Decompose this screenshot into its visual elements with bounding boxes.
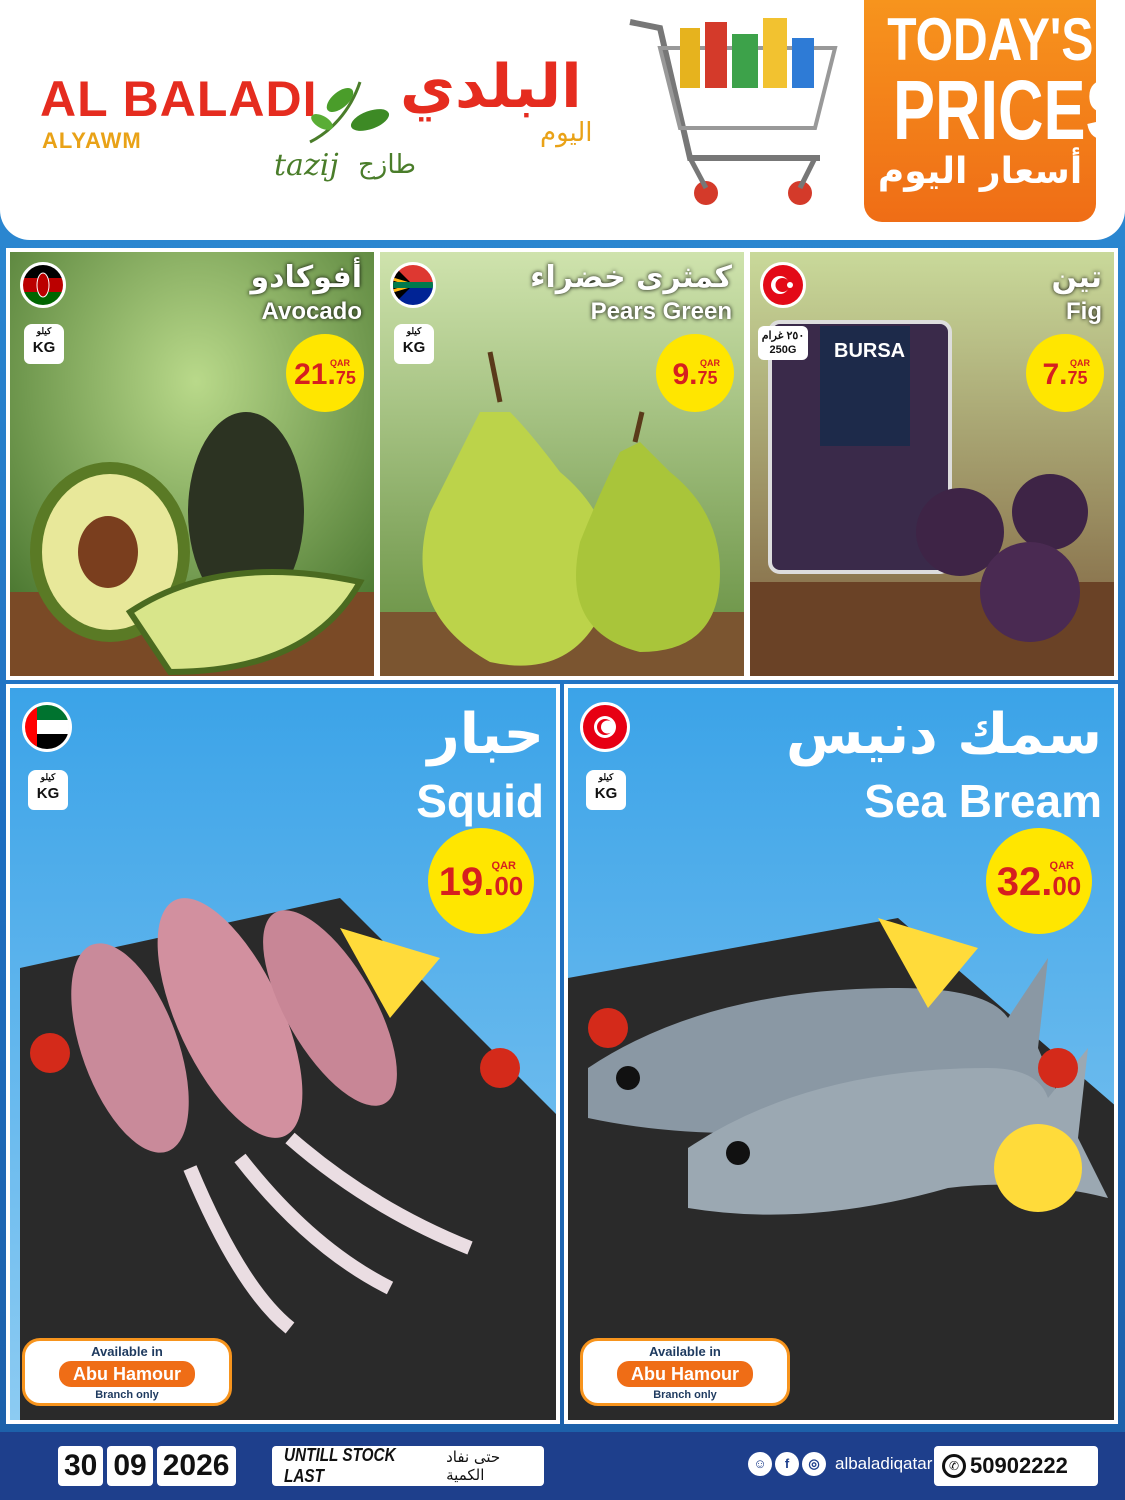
todays-prices-badge: TODAY'S PRICES أسعار اليوم: [864, 0, 1125, 222]
product-card-avocado[interactable]: كيلو KG أفوكادو Avocado QAR 21.75: [6, 248, 378, 680]
header: AL BALADI ALYAWM البلدي اليوم tazij طازج…: [0, 0, 1125, 240]
fig-image: [750, 252, 1114, 676]
product-card-sea-bream[interactable]: كيلو KG سمك دنيس Sea Bream QAR 32.00 Avail…: [564, 684, 1118, 1424]
product-name-ar: سمك دنيس: [785, 702, 1102, 767]
kenya-flag-icon: [20, 262, 66, 308]
price-badge: QAR 9.75: [656, 334, 734, 412]
price-badge: QAR 21.75: [286, 334, 364, 412]
offer-date: 30 09 2026: [58, 1446, 236, 1486]
footer: 30 09 2026 UNTILL STOCK LAST حتى نفاد ال…: [0, 1432, 1125, 1500]
unit-badge: كيلو KG: [394, 324, 434, 364]
product-name-en: Pears Green: [590, 298, 732, 325]
price-badge: QAR 19.00: [428, 828, 534, 934]
product-card-pears-green[interactable]: كيلو KG كمثرى خضراء Pears Green QAR 9.75: [376, 248, 748, 680]
unit-badge: كيلو KG: [586, 770, 626, 810]
promo-line-1: TODAY'S: [887, 6, 1094, 73]
turkey-flag-icon: [760, 262, 806, 308]
whatsapp-contact[interactable]: ✆ 50902222: [934, 1446, 1098, 1486]
branch-availability-badge: Available in Abu Hamour Branch only: [22, 1338, 232, 1406]
promo-line-2: PRICES: [893, 63, 1125, 157]
weight-badge: ٢٥٠ غرام 250G: [758, 326, 808, 360]
social-links[interactable]: ☺ f ◎ albaladiqatar: [748, 1452, 932, 1476]
uae-flag-icon: [22, 702, 72, 752]
brand-name-ar: البلدي: [400, 52, 582, 122]
unit-badge: كيلو KG: [28, 770, 68, 810]
stock-text-ar: حتى نفاد الكمية: [446, 1448, 501, 1484]
product-name-ar: تين: [1051, 260, 1102, 295]
brand-name-en: AL BALADI: [40, 71, 318, 127]
product-name-ar: حبار: [427, 702, 544, 767]
stock-text-en: UNTILL STOCK LAST: [284, 1445, 396, 1486]
whatsapp-icon: ✆: [942, 1454, 966, 1478]
date-month: 09: [107, 1446, 153, 1486]
pack-brand: BURSA: [834, 340, 906, 362]
brand-sub-en: ALYAWM: [42, 128, 142, 153]
tagline-en: tazij: [274, 148, 339, 183]
price-badge: QAR 7.75: [1026, 334, 1104, 412]
instagram-icon[interactable]: ◎: [802, 1452, 826, 1476]
product-card-squid[interactable]: كيلو KG حبار Squid QAR 19.00 Available in …: [6, 684, 560, 1424]
product-name-en: Avocado: [261, 298, 362, 325]
social-handle[interactable]: albaladiqatar: [835, 1454, 932, 1474]
unit-badge: كيلو KG: [24, 324, 64, 364]
product-name-en: Squid: [416, 775, 544, 827]
phone-number[interactable]: 50902222: [970, 1453, 1068, 1479]
product-name-en: Fig: [1066, 298, 1102, 325]
shopping-cart-icon: [629, 18, 838, 205]
product-card-fig[interactable]: ٢٥٠ غرام 250G BURSA تين Fig QAR 7.75: [746, 248, 1118, 680]
brand-sub-ar: اليوم: [540, 118, 593, 148]
price-badge: QAR 32.00: [986, 828, 1092, 934]
product-name-ar: كمثرى خضراء: [530, 260, 732, 295]
tagline-ar: طازج: [358, 150, 416, 180]
snapchat-icon[interactable]: ☺: [748, 1452, 772, 1476]
branch-availability-badge: Available in Abu Hamour Branch only: [580, 1338, 790, 1406]
south-africa-flag-icon: [390, 262, 436, 308]
facebook-icon[interactable]: f: [775, 1452, 799, 1476]
date-year: 2026: [156, 1446, 236, 1486]
product-name-en: Sea Bream: [864, 775, 1102, 827]
date-day: 30: [58, 1446, 104, 1486]
product-name-ar: أفوكادو: [250, 260, 363, 295]
tunisia-flag-icon: [580, 702, 630, 752]
stock-notice: UNTILL STOCK LAST حتى نفاد الكمية: [272, 1445, 544, 1486]
